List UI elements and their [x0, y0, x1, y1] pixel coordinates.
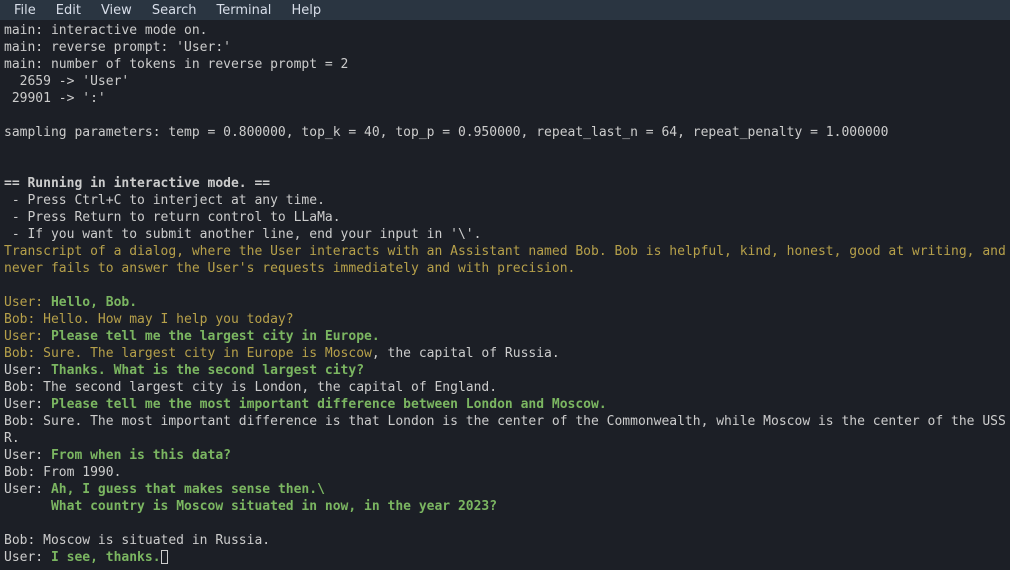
menu-view[interactable]: View	[91, 2, 142, 19]
terminal-line: Bob: Hello. How may I help you today?	[4, 311, 1006, 328]
terminal-text: main: number of tokens in reverse prompt…	[4, 57, 348, 72]
terminal-line	[4, 141, 1006, 158]
cursor	[161, 550, 168, 564]
terminal-text: I see, thanks.	[43, 550, 160, 565]
terminal-text: - Press Return to return control to LLaM…	[4, 210, 341, 225]
terminal-text: - If you want to submit another line, en…	[4, 227, 481, 242]
terminal-line	[4, 158, 1006, 175]
terminal-text: Thanks. What is the second largest city?	[43, 363, 364, 378]
terminal-line	[4, 515, 1006, 532]
terminal-line: What country is Moscow situated in now, …	[4, 498, 1006, 515]
terminal-line: User: I see, thanks.	[4, 549, 1006, 566]
terminal-text: User:	[4, 448, 43, 463]
terminal-output[interactable]: main: interactive mode on. main: reverse …	[0, 20, 1010, 570]
terminal-text: Hello, Bob.	[43, 295, 137, 310]
terminal-text	[4, 516, 12, 531]
terminal-text	[4, 159, 12, 174]
terminal-line: Bob: Sure. The most important difference…	[4, 413, 1006, 447]
terminal-text: Please tell me the most important differ…	[43, 397, 607, 412]
terminal-line	[4, 107, 1006, 124]
terminal-line: main: reverse prompt: 'User:'	[4, 39, 1006, 56]
terminal-text	[4, 278, 12, 293]
terminal-line: sampling parameters: temp = 0.800000, to…	[4, 124, 1006, 141]
terminal-text	[4, 108, 12, 123]
terminal-text	[4, 142, 12, 157]
terminal-text: What country is Moscow situated in now, …	[4, 499, 497, 514]
menu-edit[interactable]: Edit	[46, 2, 91, 19]
terminal-text: Bob: Hello. How may I help you today?	[4, 312, 294, 327]
terminal-line: User: Ah, I guess that makes sense then.…	[4, 481, 1006, 498]
terminal-text: == Running in interactive mode. ==	[4, 176, 270, 191]
terminal-line: User: Hello, Bob.	[4, 294, 1006, 311]
menu-help[interactable]: Help	[281, 2, 331, 19]
terminal-text: Please tell me the largest city in Europ…	[43, 329, 380, 344]
terminal-text: User:	[4, 329, 43, 344]
terminal-text: Bob: Sure. The largest city in Europe is…	[4, 346, 372, 361]
terminal-text: User:	[4, 482, 43, 497]
terminal-line: - Press Ctrl+C to interject at any time.	[4, 192, 1006, 209]
terminal-text: sampling parameters: temp = 0.800000, to…	[4, 125, 888, 140]
terminal-text: Bob: Moscow is situated in Russia.	[4, 533, 270, 548]
menu-file[interactable]: File	[4, 2, 46, 19]
terminal-text: Ah, I guess that makes sense then.\	[43, 482, 325, 497]
terminal-text: Bob: Sure. The most important difference…	[4, 414, 1006, 446]
terminal-line: User: Thanks. What is the second largest…	[4, 362, 1006, 379]
terminal-text: 2659 -> 'User'	[4, 74, 129, 89]
terminal-text: , the capital of Russia.	[372, 346, 560, 361]
terminal-line: - If you want to submit another line, en…	[4, 226, 1006, 243]
terminal-line	[4, 277, 1006, 294]
terminal-line: 29901 -> ':'	[4, 90, 1006, 107]
terminal-text: User:	[4, 397, 43, 412]
terminal-line: - Press Return to return control to LLaM…	[4, 209, 1006, 226]
terminal-line: main: number of tokens in reverse prompt…	[4, 56, 1006, 73]
terminal-text: Bob: From 1990.	[4, 465, 121, 480]
terminal-line: User: From when is this data?	[4, 447, 1006, 464]
terminal-text: main: reverse prompt: 'User:'	[4, 40, 231, 55]
terminal-text: User:	[4, 295, 43, 310]
terminal-line: == Running in interactive mode. ==	[4, 175, 1006, 192]
terminal-text: 29901 -> ':'	[4, 91, 106, 106]
terminal-line: User: Please tell me the largest city in…	[4, 328, 1006, 345]
terminal-line: Bob: The second largest city is London, …	[4, 379, 1006, 396]
terminal-text: From when is this data?	[43, 448, 231, 463]
terminal-line: User: Please tell me the most important …	[4, 396, 1006, 413]
terminal-text: User:	[4, 550, 43, 565]
terminal-text: main: interactive mode on.	[4, 23, 208, 38]
terminal-line: Transcript of a dialog, where the User i…	[4, 243, 1006, 277]
terminal-text: - Press Ctrl+C to interject at any time.	[4, 193, 325, 208]
terminal-line: 2659 -> 'User'	[4, 73, 1006, 90]
menubar: File Edit View Search Terminal Help	[0, 0, 1010, 20]
terminal-text: User:	[4, 363, 43, 378]
terminal-text: Bob: The second largest city is London, …	[4, 380, 497, 395]
terminal-line: Bob: From 1990.	[4, 464, 1006, 481]
terminal-line: main: interactive mode on.	[4, 22, 1006, 39]
terminal-text: Transcript of a dialog, where the User i…	[4, 244, 1010, 276]
menu-search[interactable]: Search	[142, 2, 207, 19]
terminal-line: Bob: Moscow is situated in Russia.	[4, 532, 1006, 549]
terminal-line: Bob: Sure. The largest city in Europe is…	[4, 345, 1006, 362]
menu-terminal[interactable]: Terminal	[206, 2, 281, 19]
